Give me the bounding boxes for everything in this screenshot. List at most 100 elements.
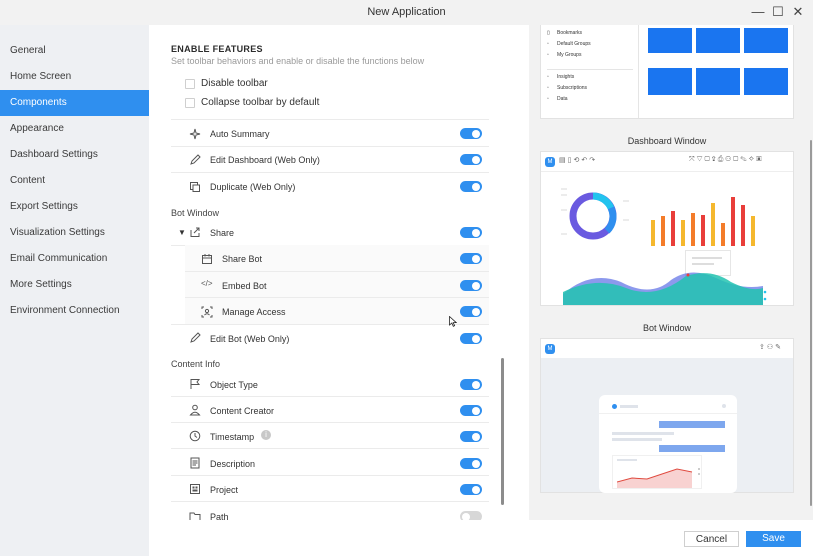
content-creator-toggle[interactable] bbox=[460, 405, 482, 416]
settings-scrollbar[interactable] bbox=[501, 358, 504, 505]
project-label: Project bbox=[210, 485, 239, 495]
bot-window-heading: Bot Window bbox=[171, 208, 220, 218]
flag-icon bbox=[190, 379, 201, 389]
edit-dashboard-toggle[interactable] bbox=[460, 154, 482, 165]
share-bot-toggle[interactable] bbox=[460, 253, 482, 264]
data-icon: ▫ bbox=[547, 96, 549, 102]
sidebar-item-visualization-settings[interactable]: Visualization Settings bbox=[0, 220, 149, 246]
chat-dot bbox=[698, 468, 700, 470]
library-item: Default Groups bbox=[557, 41, 591, 47]
code-icon: </> bbox=[201, 279, 213, 288]
dashboard-preview: M ▤▯⟲↶↷ ⤧▽▢⇪⎙⚇▢✎✧▣ bbox=[540, 151, 794, 306]
library-item: Insights bbox=[557, 74, 575, 80]
clock-icon bbox=[189, 430, 201, 442]
toolbar-icons-left: ▤▯⟲↶↷ bbox=[559, 157, 598, 164]
app-logo-icon: M bbox=[545, 344, 555, 354]
sidebar-item-appearance[interactable]: Appearance bbox=[0, 116, 149, 142]
duplicate-toggle[interactable] bbox=[460, 181, 482, 192]
bot-chat-card bbox=[599, 395, 737, 493]
edit-bot-toggle[interactable] bbox=[460, 333, 482, 344]
settings-panel: ENABLE FEATURES Set toolbar behaviors an… bbox=[149, 25, 529, 520]
share-label: Share bbox=[210, 228, 235, 238]
minimize-icon[interactable]: — bbox=[750, 3, 766, 21]
embed-bot-toggle[interactable] bbox=[460, 280, 482, 291]
share-bot-label: Share Bot bbox=[222, 254, 263, 264]
collapse-toolbar-label: Collapse toolbar by default bbox=[201, 97, 320, 108]
chat-line bbox=[612, 432, 674, 435]
collapse-toolbar-checkbox[interactable] bbox=[185, 98, 195, 108]
sidebar-item-content[interactable]: Content bbox=[0, 168, 149, 194]
content-tile bbox=[648, 68, 692, 95]
calendar-icon bbox=[202, 254, 212, 264]
manage-access-toggle[interactable] bbox=[460, 306, 482, 317]
path-label: Path bbox=[210, 512, 229, 520]
library-item: Bookmarks bbox=[557, 30, 583, 36]
divider bbox=[171, 448, 489, 449]
share-toggle[interactable] bbox=[460, 227, 482, 238]
timestamp-toggle[interactable] bbox=[460, 431, 482, 442]
sidebar-item-components[interactable]: Components bbox=[0, 90, 149, 116]
preview-scrollbar[interactable] bbox=[810, 140, 812, 506]
folder-icon bbox=[189, 512, 201, 520]
description-toggle[interactable] bbox=[460, 458, 482, 469]
save-button[interactable]: Save bbox=[746, 531, 801, 547]
app-logo-icon: M bbox=[545, 157, 555, 167]
manage-access-label: Manage Access bbox=[222, 307, 286, 317]
divider bbox=[638, 25, 639, 118]
person-icon bbox=[189, 404, 201, 416]
object-type-toggle[interactable] bbox=[460, 379, 482, 390]
content-tile bbox=[744, 28, 788, 53]
sidebar: General Home Screen Components Appearanc… bbox=[0, 25, 149, 556]
footer: Cancel Save bbox=[149, 520, 813, 556]
window-title: New Application bbox=[367, 6, 446, 18]
bot-window-title: Bot Window bbox=[642, 323, 692, 333]
cancel-button[interactable]: Cancel bbox=[684, 531, 739, 547]
chat-bubble-user bbox=[659, 445, 725, 452]
area-chart bbox=[563, 272, 767, 305]
chat-dot bbox=[722, 404, 726, 408]
info-icon[interactable]: i bbox=[261, 430, 271, 440]
preview-panel: ▯ Bookmarks ▫ Default Groups ▫ My Groups… bbox=[529, 25, 813, 520]
pencil-icon bbox=[190, 332, 201, 343]
sidebar-item-general[interactable]: General bbox=[0, 38, 149, 64]
donut-chart bbox=[561, 188, 629, 240]
close-icon[interactable]: ✕ bbox=[790, 3, 806, 21]
cursor-icon bbox=[449, 316, 457, 327]
content-creator-label: Content Creator bbox=[210, 406, 275, 416]
sparkle-icon bbox=[189, 128, 201, 140]
path-toggle[interactable] bbox=[460, 511, 482, 520]
content-tile bbox=[696, 28, 740, 53]
description-label: Description bbox=[210, 459, 256, 469]
sidebar-item-environment-connection[interactable]: Environment Connection bbox=[0, 298, 149, 324]
library-item: Data bbox=[557, 96, 568, 102]
disable-toolbar-checkbox[interactable] bbox=[185, 79, 195, 89]
maximize-icon[interactable]: ☐ bbox=[770, 3, 786, 21]
chat-line bbox=[612, 438, 662, 441]
group-icon: ▫ bbox=[547, 41, 549, 47]
object-type-label: Object Type bbox=[210, 380, 258, 390]
project-toggle[interactable] bbox=[460, 484, 482, 495]
sidebar-item-dashboard-settings[interactable]: Dashboard Settings bbox=[0, 142, 149, 168]
bot-preview-header bbox=[541, 339, 793, 358]
content-info-heading: Content Info bbox=[171, 359, 221, 369]
chat-dot bbox=[698, 473, 700, 475]
document-icon bbox=[190, 457, 200, 469]
content-tile bbox=[696, 68, 740, 95]
library-item: My Groups bbox=[557, 52, 582, 58]
content-tile bbox=[744, 68, 788, 95]
divider bbox=[171, 475, 489, 476]
divider bbox=[171, 396, 489, 397]
divider bbox=[171, 501, 489, 502]
chevron-down-icon[interactable]: ▼ bbox=[178, 228, 186, 237]
chat-bubble-user bbox=[659, 421, 725, 428]
sidebar-item-more-settings[interactable]: More Settings bbox=[0, 272, 149, 298]
sidebar-item-email-communication[interactable]: Email Communication bbox=[0, 246, 149, 272]
chat-line bbox=[617, 459, 637, 461]
tooltip-line bbox=[692, 257, 722, 259]
sidebar-item-export-settings[interactable]: Export Settings bbox=[0, 194, 149, 220]
bot-avatar-icon bbox=[612, 404, 617, 409]
sidebar-item-home-screen[interactable]: Home Screen bbox=[0, 64, 149, 90]
divider bbox=[171, 119, 489, 120]
divider bbox=[599, 413, 737, 414]
auto-summary-toggle[interactable] bbox=[460, 128, 482, 139]
